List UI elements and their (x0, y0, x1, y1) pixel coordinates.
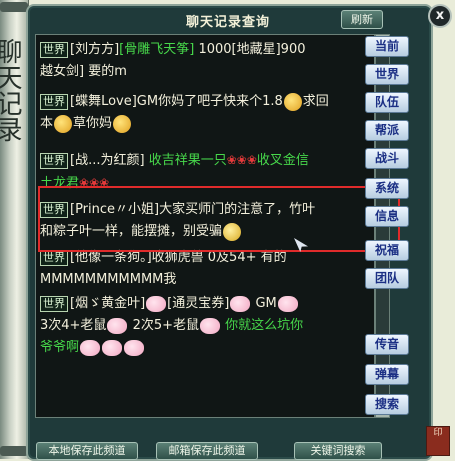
pig-emoticon-icon (80, 339, 101, 356)
message-text: 3次4+老鼠 (40, 318, 107, 333)
scroll-cap-bottom (0, 446, 28, 456)
item-link[interactable]: [骨雕飞天筝] (119, 42, 194, 57)
message-text: 土龙君 (40, 176, 80, 191)
message-text: 收叉金信 (256, 153, 309, 168)
channel-tab-search[interactable]: 搜索 (365, 394, 409, 415)
message-text: 你就这么坑你 (225, 318, 304, 333)
save-channel-local-button[interactable]: 本地保存此频道 (36, 442, 138, 460)
channel-tab-group[interactable]: 团队 (365, 268, 409, 289)
channel-badge[interactable]: 世界 (40, 153, 68, 169)
chat-message: 世界 [蝶舞Love]GM你妈了吧子快来个1.8 求回 本 草你妈 (40, 91, 370, 135)
channel-badge[interactable]: 世界 (40, 250, 68, 266)
channel-badge[interactable]: 世界 (40, 296, 68, 312)
sender-name[interactable]: [烟ゞ黄金叶] (70, 296, 145, 311)
scroll-title: 聊天记录 (0, 38, 22, 142)
message-text: 本 (40, 116, 54, 131)
channel-tab-current[interactable]: 当前 (365, 36, 409, 57)
pig-emoticon-icon (200, 317, 221, 334)
pig-emoticon-icon (102, 339, 123, 356)
pig-emoticon-icon (124, 339, 145, 356)
scroll-decoration: 聊天记录 (0, 0, 29, 459)
chat-message: 世界 [他像一条狗。]收狮虎兽 0及54+ 有的 MMMMMMMMMMM我 (40, 247, 370, 291)
message-text: 和粽子叶一样，能摆摊，别受骗 (40, 224, 223, 239)
channel-tab-team[interactable]: 队伍 (365, 92, 409, 113)
flower-icon: ❀❀❀ (226, 153, 257, 167)
message-text: GM (255, 296, 277, 311)
channel-badge[interactable]: 世界 (40, 42, 68, 58)
channel-tab-system[interactable]: 系统 (365, 178, 409, 199)
message-text: 越女剑] 要的m (40, 64, 127, 79)
item-link[interactable]: [通灵宝券] (167, 296, 229, 311)
window-title: 聊天记录查询 (185, 15, 270, 30)
title-bar: 聊天记录查询 刷新 (28, 6, 431, 30)
angry-emoticon-icon (283, 92, 302, 111)
channel-tab-whisper[interactable]: 传音 (365, 334, 409, 355)
seal-stamp: 印 (426, 426, 450, 456)
chat-message-highlighted: 世界 [Prince〃小姐]大家买师门的注意了，竹叶 和粽子叶一样，能摆摊，别受骗 (40, 199, 370, 243)
close-button[interactable]: x (428, 4, 452, 28)
sender-name[interactable]: [刘方方] (70, 42, 119, 57)
channel-tab-guild[interactable]: 帮派 (365, 120, 409, 141)
message-text: 求回 (302, 94, 329, 109)
message-text: 2次5+老鼠 (132, 318, 200, 333)
channel-badge[interactable]: 世界 (40, 94, 68, 110)
channel-tab-battle[interactable]: 战斗 (365, 148, 409, 169)
sender-name[interactable]: [战...为红颜] (70, 153, 145, 168)
message-text: 1000[地藏星]900 (198, 42, 306, 57)
pig-emoticon-icon (230, 295, 251, 312)
channel-tab-world[interactable]: 世界 (365, 64, 409, 85)
angry-emoticon-icon (54, 114, 73, 133)
pig-emoticon-icon (277, 295, 298, 312)
message-text: 爷爷啊 (40, 340, 80, 355)
save-channel-mail-button[interactable]: 邮箱保存此频道 (156, 442, 258, 460)
scroll-cap-top (0, 2, 28, 12)
shocked-emoticon-icon (223, 222, 242, 241)
channel-tab-info[interactable]: 信息 (365, 206, 409, 227)
chat-message: 世界 [刘方方][骨雕飞天筝] 1000[地藏星]900 越女剑] 要的m (40, 39, 370, 83)
chat-message: 世界 [战...为红颜] 收吉祥果一只❀❀❀收叉金信 土龙君❀❀❀ (40, 149, 370, 195)
message-text: 草你妈 (73, 116, 113, 131)
chat-message: 世界 [烟ゞ黄金叶] [通灵宝券] GM 3次4+老鼠 2次5+老鼠 你就这么坑你 … (40, 293, 370, 359)
channel-tab-blessing[interactable]: 祝福 (365, 240, 409, 261)
message-text: MMMMMMMMMMM我 (40, 272, 177, 287)
chat-message-list[interactable]: 世界 [刘方方][骨雕飞天筝] 1000[地藏星]900 越女剑] 要的m 世界[… (35, 34, 375, 418)
flower-icon: ❀❀❀ (79, 176, 110, 190)
angry-emoticon-icon (113, 114, 132, 133)
sender-name[interactable]: [蝶舞Love]GM你妈了吧子快来个1.8 (70, 94, 283, 109)
pig-emoticon-icon (107, 317, 128, 334)
sender-name[interactable]: [他像一条狗。]收狮虎兽 0及54+ 有的 (70, 250, 287, 265)
keyword-search-button[interactable]: 关键词搜索 (294, 442, 382, 460)
message-text: 收吉祥果一只 (148, 153, 227, 168)
refresh-button[interactable]: 刷新 (341, 10, 383, 29)
sender-name[interactable]: [Prince〃小姐]大家买师门的注意了，竹叶 (70, 202, 315, 217)
pig-emoticon-icon (146, 295, 167, 312)
channel-badge[interactable]: 世界 (40, 202, 68, 218)
channel-tab-barrage[interactable]: 弹幕 (365, 364, 409, 385)
